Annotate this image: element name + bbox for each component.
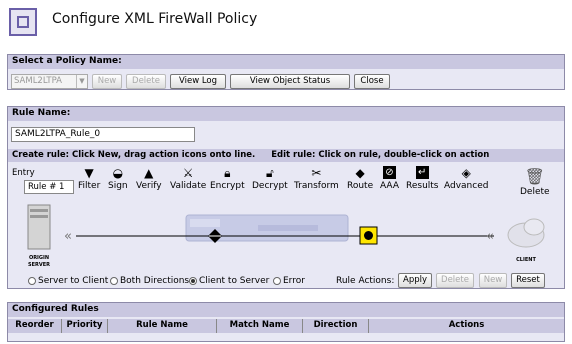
tool-label: Decrypt: [252, 181, 288, 191]
new-policy-button[interactable]: New: [92, 74, 122, 89]
delete-action-target[interactable]: 🗑︎ Delete: [520, 167, 550, 197]
rule-instructions: Create rule: Click New, drag action icon…: [8, 149, 564, 162]
apply-button[interactable]: Apply: [398, 273, 432, 288]
delete-label: Delete: [520, 187, 550, 197]
origin-label-1: ORIGIN: [29, 255, 49, 261]
advanced-icon: ◈: [461, 166, 471, 180]
datapower-logo-icon: [9, 8, 37, 36]
column-header-rule-name[interactable]: Rule Name: [108, 319, 217, 333]
column-header-priority[interactable]: Priority: [62, 319, 108, 333]
direction-error[interactable]: Error: [273, 276, 305, 286]
tool-aaa[interactable]: ⊘ AAA: [380, 166, 399, 191]
tool-transform[interactable]: ✂ Transform: [294, 166, 339, 191]
left-arrows-icon: «: [64, 229, 72, 244]
radio-icon: [28, 276, 36, 285]
policy-panel-header: Select a Policy Name:: [8, 55, 564, 69]
tool-verify[interactable]: ▲ Verify: [136, 166, 162, 191]
delete-rule-button[interactable]: Delete: [436, 273, 474, 288]
rule-name-input[interactable]: SAML2LTPA_Rule_0: [11, 127, 195, 142]
sign-icon: ◒: [112, 166, 124, 180]
filter-icon: ▼: [84, 166, 94, 180]
tool-label: Sign: [108, 181, 128, 191]
view-log-button[interactable]: View Log: [170, 74, 226, 89]
aaa-action-icon[interactable]: [364, 231, 373, 240]
verify-icon: ▲: [144, 166, 154, 180]
column-header-reorder[interactable]: Reorder: [8, 319, 62, 333]
tool-label: Validate: [170, 181, 207, 191]
trash-icon: 🗑︎: [524, 167, 545, 186]
tool-encrypt[interactable]: 🔒︎ Encrypt: [210, 166, 245, 191]
tool-decrypt[interactable]: 🔓︎ Decrypt: [252, 166, 288, 191]
rule-panel-header: Rule Name:: [8, 107, 564, 121]
direction-label: Client to Server: [199, 276, 270, 286]
tool-label: AAA: [380, 181, 399, 191]
direction-server-to-client[interactable]: Server to Client: [28, 276, 108, 286]
rule-canvas[interactable]: ORIGIN SERVER « « CLIENT: [8, 203, 564, 275]
direction-client-to-server[interactable]: Client to Server: [189, 276, 269, 286]
new-rule-button[interactable]: New: [479, 273, 507, 288]
tool-label: Results: [406, 181, 439, 191]
tool-label: Advanced: [444, 181, 489, 191]
radio-selected-icon: [189, 276, 197, 285]
appliance-detail: [258, 225, 318, 231]
page-title: Configure XML FireWall Policy: [52, 11, 258, 27]
validate-icon: ⚔: [182, 166, 194, 180]
unlock-icon: 🔓︎: [265, 166, 274, 180]
column-header-direction[interactable]: Direction: [303, 319, 369, 333]
tool-route[interactable]: ◆ Route: [347, 166, 373, 191]
rule-panel: Rule Name: SAML2LTPA_Rule_0 Create rule:…: [7, 106, 565, 289]
tool-label: Route: [347, 181, 374, 191]
tool-sign[interactable]: ◒ Sign: [108, 166, 128, 191]
origin-label-2: SERVER: [28, 262, 50, 268]
tool-label: Encrypt: [210, 181, 245, 191]
policy-select[interactable]: SAML2LTPA ▼: [11, 74, 88, 89]
radio-icon: [273, 276, 281, 285]
right-arrows-icon: «: [486, 229, 494, 244]
delete-policy-button[interactable]: Delete: [126, 74, 166, 89]
rule-number-field[interactable]: Rule # 1: [24, 180, 74, 194]
route-icon: ◆: [355, 166, 365, 180]
direction-label: Server to Client: [38, 276, 109, 286]
column-header-actions[interactable]: Actions: [369, 319, 564, 333]
edit-rule-hint: Edit rule: Click on rule, double-click o…: [271, 150, 490, 160]
tool-validate[interactable]: ⚔ Validate: [170, 166, 206, 191]
lock-icon: 🔒︎: [224, 166, 231, 180]
tool-label: Verify: [136, 181, 162, 191]
tool-label: Filter: [78, 181, 101, 191]
results-icon: ↵: [415, 166, 429, 179]
tool-label: Transform: [294, 181, 339, 191]
reset-button[interactable]: Reset: [511, 273, 545, 288]
policy-select-value: SAML2LTPA: [14, 76, 62, 86]
tool-advanced[interactable]: ◈ Advanced: [444, 166, 488, 191]
transform-icon: ✂: [311, 166, 322, 180]
column-header-match-name[interactable]: Match Name: [217, 319, 303, 333]
view-object-status-button[interactable]: View Object Status: [230, 74, 350, 89]
client-label: CLIENT: [516, 257, 536, 263]
direction-label: Both Directions: [120, 276, 190, 286]
tool-filter[interactable]: ▼ Filter: [78, 166, 100, 191]
page-header: Configure XML FireWall Policy: [0, 0, 572, 44]
direction-label: Error: [283, 276, 305, 286]
radio-icon: [110, 276, 118, 285]
appliance-detail: [190, 219, 220, 227]
configured-rules-table-header: Reorder Priority Rule Name Match Name Di…: [8, 319, 564, 333]
chevron-down-icon: ▼: [76, 75, 87, 88]
tool-results[interactable]: ↵ Results: [406, 166, 439, 191]
policy-panel: Select a Policy Name: SAML2LTPA ▼ New De…: [7, 54, 565, 90]
entry-label: Entry: [12, 168, 35, 178]
close-button[interactable]: Close: [354, 74, 390, 89]
configured-rules-panel: Configured Rules Reorder Priority Rule N…: [7, 302, 565, 342]
rule-actions-label: Rule Actions:: [336, 276, 395, 286]
configured-rules-header: Configured Rules: [8, 303, 564, 317]
create-rule-hint: Create rule: Click New, drag action icon…: [12, 150, 256, 160]
aaa-icon: ⊘: [382, 166, 396, 179]
direction-both[interactable]: Both Directions: [110, 276, 189, 286]
